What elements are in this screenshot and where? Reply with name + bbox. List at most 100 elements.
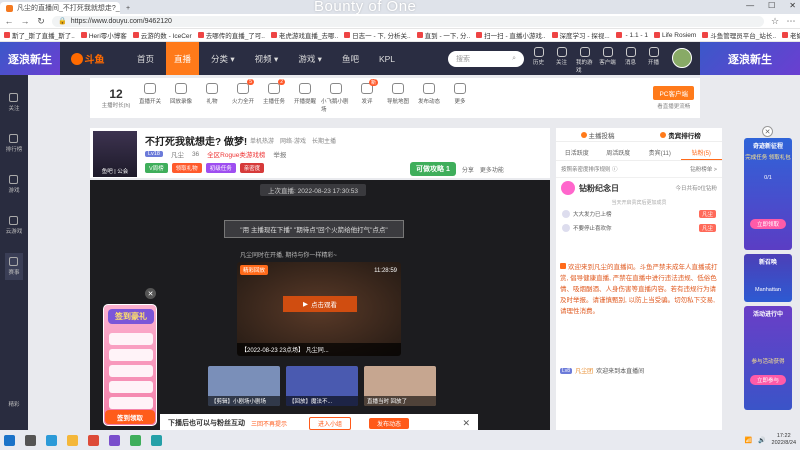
bookmark-item[interactable]: 老奶奶奶奶 - 斗鱼 <box>782 30 800 40</box>
app-teal-icon[interactable] <box>151 435 162 446</box>
url-field[interactable]: 🔒 https://www.douyu.com/9462120 <box>52 16 764 27</box>
post-update-button[interactable]: 发布动态 <box>369 418 409 429</box>
douyu-logo[interactable]: 斗鱼 <box>60 51 115 66</box>
sidebar-item[interactable]: 云游戏 <box>6 216 23 235</box>
app-green-icon[interactable] <box>130 435 141 446</box>
video-thumbnail[interactable]: 【回放】魔法不... <box>286 366 358 406</box>
maximize-icon[interactable]: ☐ <box>768 1 775 10</box>
feature-item[interactable]: 新发评 <box>352 83 382 113</box>
watch-replay-button[interactable]: ▶ 点击观看 <box>283 296 357 312</box>
bookmark-item[interactable]: 日志一 - 下, 分析关.. <box>344 30 411 40</box>
nav-item[interactable]: 分类 ▾ <box>203 42 243 75</box>
feature-item[interactable]: 更多 <box>445 83 475 113</box>
anchor-name[interactable]: 凡尘 <box>171 149 184 159</box>
browser-tab-active[interactable]: 凡尘的直播间_不打死我就想走?_斗鱼 ✕ <box>0 2 120 14</box>
nav-item[interactable]: 鱼吧 <box>334 42 367 75</box>
bookmark-item[interactable]: Heri零小博客 <box>81 30 127 40</box>
sidebar-item[interactable]: 排行榜 <box>6 134 23 153</box>
back-icon[interactable]: ← <box>4 16 14 26</box>
gift-guide-button[interactable]: 可做攻略 1 <box>410 162 456 176</box>
volume-icon[interactable]: 🔊 <box>758 437 765 444</box>
room-tag[interactable]: 单机热游 <box>250 136 274 145</box>
promo-button[interactable]: 立即领取 <box>750 219 786 229</box>
rank-row[interactable]: 不要停止喜欢你 凡尘 <box>556 221 722 235</box>
sort-rule[interactable]: 按照亲密度排序规则 ⓘ <box>561 165 618 173</box>
edge-icon[interactable] <box>46 435 57 446</box>
dont-remind-link[interactable]: 三回不再提示 <box>251 419 287 428</box>
feature-item[interactable]: 2 主播任务 <box>259 83 289 113</box>
feature-item[interactable]: 小飞鹅小剧场 <box>321 83 351 113</box>
promo-card[interactable]: 活动进行中 参与活动获得 立即参与 <box>744 306 792 410</box>
pc-client-button[interactable]: PC客户端 <box>653 86 694 100</box>
room-pill[interactable]: 初级任务 <box>206 163 236 173</box>
bookmark-item[interactable]: 云游的数 - IceCer <box>133 30 192 40</box>
feature-item[interactable]: 直播开关 <box>135 83 165 113</box>
rank-sub-tab[interactable]: 钻粉(5) <box>681 148 723 160</box>
nav-item[interactable]: 首页 <box>129 42 162 75</box>
feature-item[interactable]: 礼物 <box>197 83 227 113</box>
room-pill[interactable]: 亲密度 <box>240 163 265 173</box>
promo-button[interactable]: 立即参与 <box>750 375 786 385</box>
search-icon[interactable] <box>25 435 36 446</box>
promo-banner-right[interactable]: 逐浪新生 <box>700 42 800 75</box>
close-icon[interactable]: ✕ <box>762 126 773 137</box>
fans-list-link[interactable]: 钻粉榜单 > <box>690 165 717 173</box>
welcome-name[interactable]: 凡尘团 <box>575 366 593 375</box>
app-purple-icon[interactable] <box>109 435 120 446</box>
sidebar-item[interactable]: 赛事 <box>5 253 22 280</box>
header-icon-item[interactable]: 客户端 <box>599 47 616 74</box>
bookmark-item[interactable]:  - 1.1 - 1 <box>616 31 648 39</box>
feature-item[interactable]: 发布动态 <box>414 83 444 113</box>
nav-item[interactable]: 视频 ▾ <box>247 42 287 75</box>
bookmark-item[interactable]: 直到 - 一下, 分.. <box>417 30 471 40</box>
feature-item[interactable]: 5 火力全开 <box>228 83 258 113</box>
feature-item[interactable]: 开播提醒 <box>290 83 320 113</box>
promo-card[interactable]: 奇迹新征程 完成任务 领取礼包 0/1 立即领取 <box>744 138 792 250</box>
share-link[interactable]: 分享 <box>462 165 474 174</box>
report-link[interactable]: 举报 <box>273 149 286 159</box>
tab-anchor-posts[interactable]: 主播投稿 <box>556 128 639 141</box>
room-pill[interactable]: V周榜 <box>145 163 168 173</box>
chrome-icon[interactable] <box>88 435 99 446</box>
promo-banner-left[interactable]: 逐浪新生 <box>0 42 60 75</box>
bookmark-item[interactable]: 斯了_斯了直播_斯了.. <box>4 30 75 40</box>
promo-card[interactable]: 新召唤 Manhattan <box>744 254 792 302</box>
video-thumbnail[interactable]: 【剪辑】小剧场小剧场 <box>208 366 280 406</box>
header-icon-item[interactable]: 开播 <box>645 47 662 74</box>
feature-item[interactable]: 回放录像 <box>166 83 196 113</box>
bookmark-item[interactable]: 深度学习 - 探视... <box>552 30 610 40</box>
signin-card[interactable]: 签到豪礼 <box>103 304 157 426</box>
new-tab-button[interactable]: + <box>120 2 240 14</box>
replay-card[interactable]: 精彩回放 11:28:59 ▶ 点击观看 【2022-08-23 23点场】 凡… <box>237 262 401 356</box>
files-icon[interactable] <box>67 435 78 446</box>
header-icon-item[interactable]: 历史 <box>530 47 547 74</box>
rank-sub-tab[interactable]: 日活跃度 <box>556 148 598 160</box>
anchor-avatar[interactable]: 鱼吧 | 公会 <box>93 131 137 177</box>
user-avatar[interactable] <box>672 48 692 68</box>
bookmark-item[interactable]: Life Rosiem <box>654 32 696 39</box>
windows-icon[interactable] <box>4 435 15 446</box>
signin-button[interactable]: 签到领取 <box>105 410 155 424</box>
rank-tag[interactable]: 全区Rogue类游戏榜 <box>207 149 265 159</box>
header-icon-item[interactable]: 消息 <box>622 47 639 74</box>
sidebar-item[interactable]: 关注 <box>8 93 19 112</box>
nav-item[interactable]: KPL <box>371 42 403 75</box>
room-tag[interactable]: 网络·游戏 <box>280 136 306 145</box>
join-group-button[interactable]: 进入小组 <box>309 417 351 430</box>
reload-icon[interactable]: ↻ <box>36 16 46 27</box>
minimize-icon[interactable]: — <box>746 1 754 10</box>
site-search-input[interactable]: 搜索 ⌕ <box>448 51 524 67</box>
network-icon[interactable]: 📶 <box>745 437 752 444</box>
star-icon[interactable]: ☆ <box>770 16 780 27</box>
room-pill[interactable]: 领取礼物 <box>172 163 202 173</box>
nav-item[interactable]: 游戏 ▾ <box>290 42 330 75</box>
room-tag[interactable]: 长期主播 <box>312 136 336 145</box>
video-thumbnail[interactable]: 直播当时 回放了 <box>364 366 436 406</box>
rank-sub-tab[interactable]: 贵宾(11) <box>639 148 681 160</box>
clock[interactable]: 17:22 2022/8/24 <box>772 433 796 447</box>
feature-item[interactable]: 导航地图 <box>383 83 413 113</box>
close-icon[interactable]: ✕ <box>462 418 470 429</box>
tab-vip-rank[interactable]: 贵宾排行榜 <box>639 128 722 141</box>
bookmark-item[interactable]: 斗鱼管理员平台_站长.. <box>702 30 776 40</box>
menu-icon[interactable]: ⋯ <box>786 16 796 27</box>
